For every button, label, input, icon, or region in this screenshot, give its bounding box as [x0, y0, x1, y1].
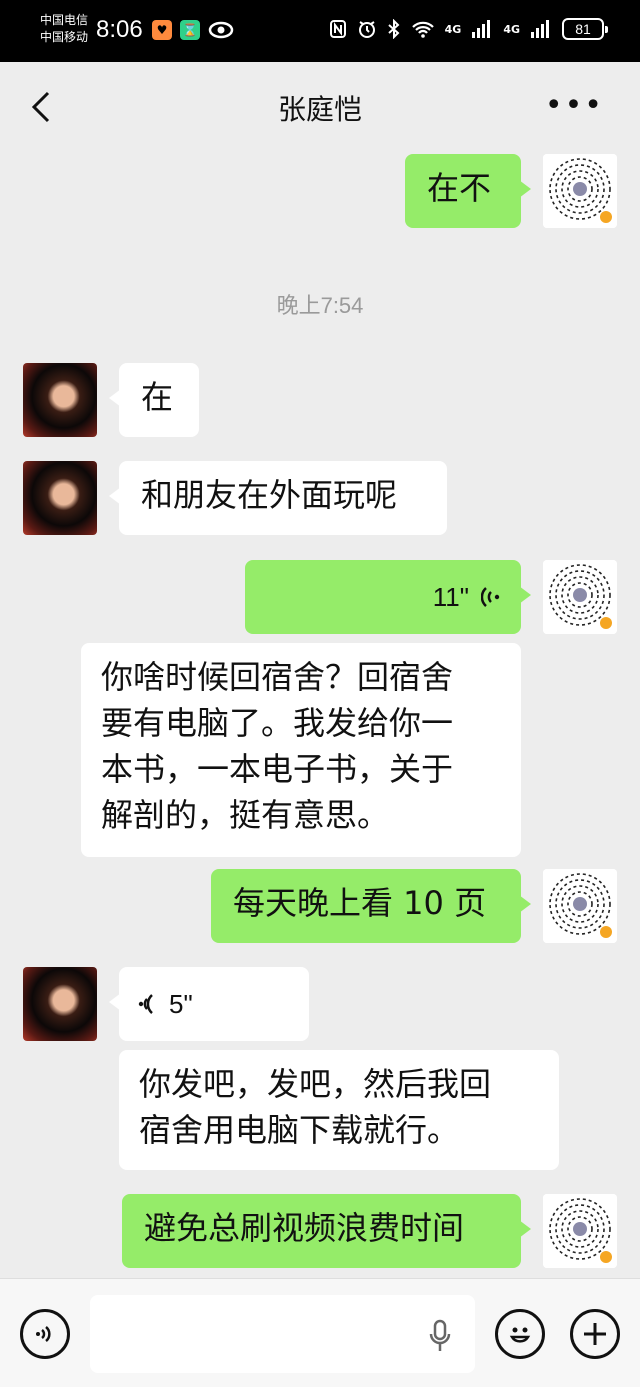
- message-text: 避免总刷视频浪费时间: [144, 1209, 465, 1247]
- message-text: 每天晚上看 10 页: [233, 884, 487, 922]
- bluetooth-icon: [387, 19, 400, 39]
- more-options-icon[interactable]: •••: [545, 91, 604, 121]
- qr-avatar-icon: [543, 154, 617, 228]
- voice-icon: [36, 1326, 51, 1342]
- plus-icon: [584, 1323, 606, 1345]
- voice-wave-icon: [481, 587, 500, 607]
- my-avatar[interactable]: [543, 154, 617, 228]
- system-icons: 4G 4G 81: [329, 18, 608, 40]
- status-time: 8:06: [96, 16, 143, 43]
- voice-message-received[interactable]: 5": [109, 967, 309, 1041]
- message-line: 解剖的，挺有意思。: [101, 796, 390, 834]
- network-type-2: 4G: [503, 22, 520, 36]
- alarm-icon: [358, 21, 375, 38]
- my-avatar[interactable]: [543, 1194, 617, 1268]
- chat-messages[interactable]: 在不 晚上7:54 在 和朋友在外面玩呢 11" 你啥时候回宿舍？回宿舍 要有电…: [0, 152, 640, 1278]
- message-text-input[interactable]: [90, 1295, 475, 1373]
- message-bubble-received[interactable]: 你发吧，发吧，然后我回 宿舍用电脑下载就行。: [119, 1050, 559, 1170]
- contact-avatar[interactable]: [23, 363, 97, 437]
- message-line: 要有电脑了。我发给你一: [101, 704, 454, 742]
- message-timestamp: 晚上7:54: [276, 293, 364, 318]
- health-app-icon: ♥: [152, 20, 172, 40]
- message-bubble-received[interactable]: 你啥时候回宿舍？回宿舍 要有电脑了。我发给你一 本书，一本电子书，关于 解剖的，…: [81, 643, 521, 857]
- voice-message-sent[interactable]: 11": [245, 560, 531, 634]
- timer-app-icon: ⌛: [180, 20, 200, 40]
- message-input-bar: [0, 1278, 640, 1387]
- message-line: 你发吧，发吧，然后我回: [139, 1065, 492, 1103]
- carrier-1: 中国电信: [40, 13, 89, 27]
- carrier-info: 中国电信 中国移动: [40, 12, 88, 46]
- nfc-icon: [329, 20, 346, 38]
- battery-level: 81: [575, 21, 591, 37]
- message-bubble-received[interactable]: 和朋友在外面玩呢: [109, 461, 447, 535]
- qr-avatar-icon: [543, 869, 617, 943]
- my-avatar[interactable]: [543, 869, 617, 943]
- message-text: 在不: [427, 169, 492, 207]
- eye-icon: [208, 21, 234, 39]
- message-text: 在: [141, 378, 174, 416]
- voice-duration: 11": [432, 582, 469, 612]
- emoji-button[interactable]: [495, 1309, 545, 1359]
- message-bubble-received[interactable]: 在: [109, 363, 199, 437]
- message-bubble-sent[interactable]: 避免总刷视频浪费时间: [122, 1194, 531, 1268]
- voice-wave-icon: [138, 994, 153, 1014]
- notification-icons: ♥ ⌛: [152, 20, 234, 40]
- signal-icon-1: [472, 20, 491, 38]
- status-bar: 中国电信 中国移动 8:06 ♥ ⌛ 4G 4G 81: [0, 0, 640, 62]
- message-line: 你啥时候回宿舍？回宿舍: [101, 658, 454, 696]
- voice-input-toggle[interactable]: [20, 1309, 70, 1359]
- message-bubble-sent[interactable]: 在不: [405, 154, 531, 228]
- more-functions-button[interactable]: [570, 1309, 620, 1359]
- message-line: 宿舍用电脑下载就行。: [139, 1111, 460, 1149]
- emoji-icon: [509, 1327, 531, 1343]
- battery-indicator: 81: [562, 18, 608, 40]
- contact-avatar[interactable]: [23, 967, 97, 1041]
- network-type-1: 4G: [444, 22, 462, 36]
- qr-avatar-icon: [543, 560, 617, 634]
- voice-duration: 5": [169, 989, 193, 1019]
- message-bubble-sent[interactable]: 每天晚上看 10 页: [211, 869, 531, 943]
- chat-header: 张庭恺 •••: [0, 62, 640, 152]
- wifi-icon: [411, 21, 434, 38]
- message-line: 本书，一本电子书，关于: [101, 750, 454, 788]
- microphone-icon[interactable]: [429, 1319, 451, 1353]
- my-avatar[interactable]: [543, 560, 617, 634]
- carrier-2: 中国移动: [40, 30, 89, 44]
- contact-avatar[interactable]: [23, 461, 97, 535]
- message-text: 和朋友在外面玩呢: [141, 476, 398, 514]
- qr-avatar-icon: [543, 1194, 617, 1268]
- signal-icon-2: [531, 20, 549, 38]
